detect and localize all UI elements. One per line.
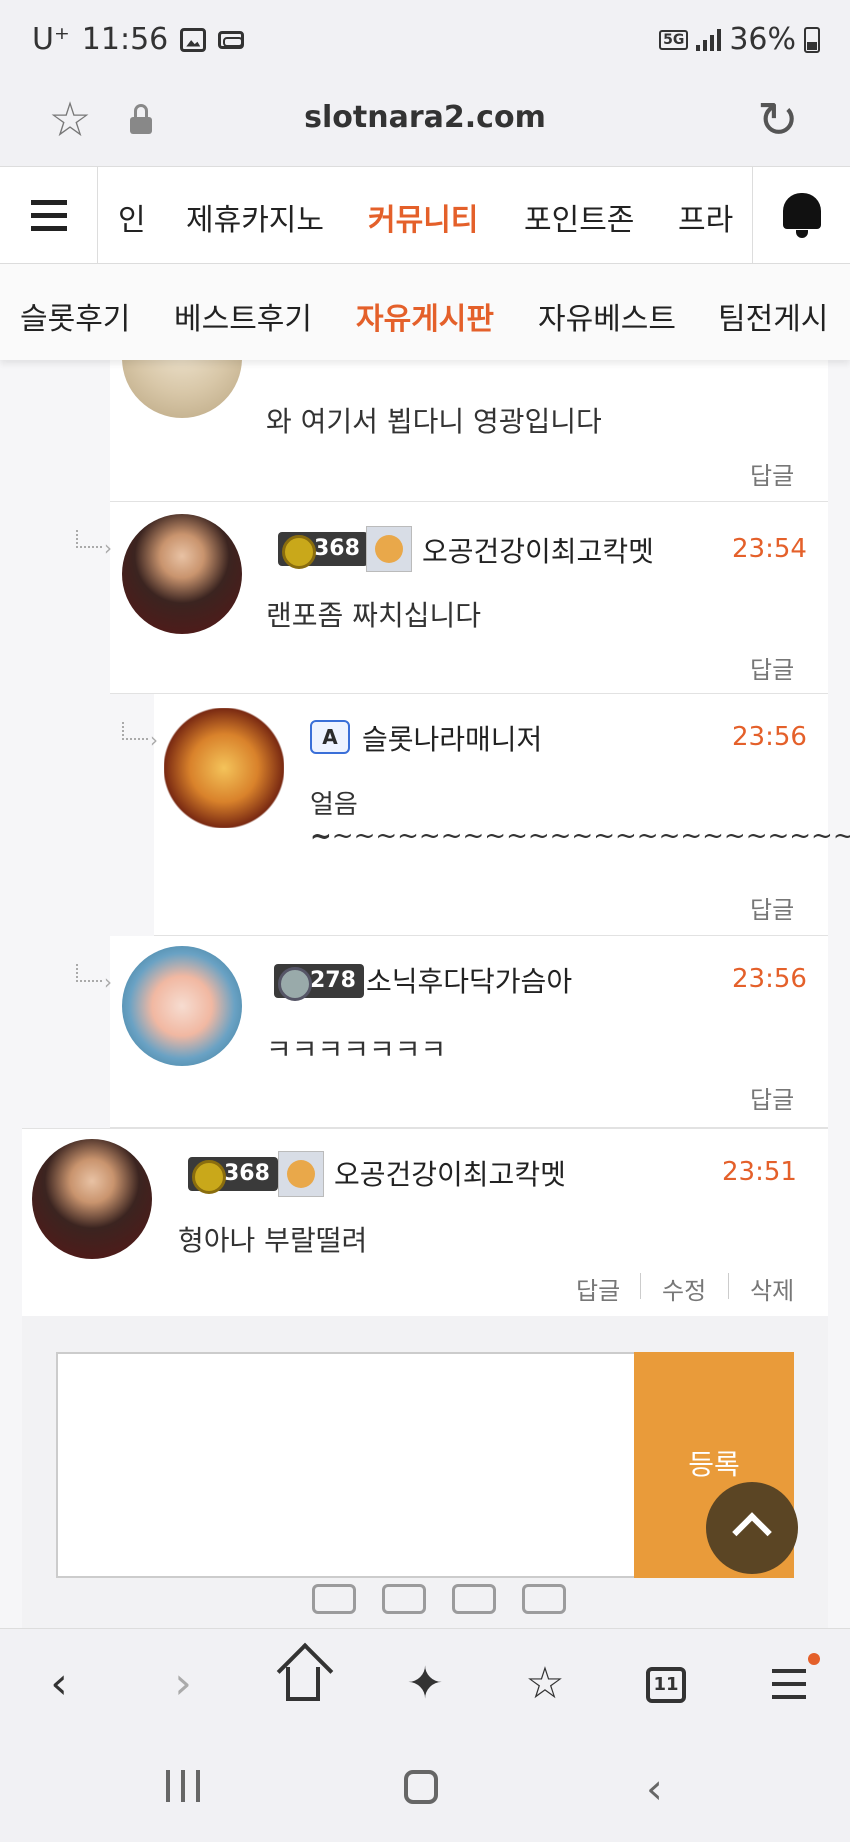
reload-icon[interactable]: ↻	[750, 92, 806, 148]
hamburger-menu-icon[interactable]	[0, 167, 98, 263]
comment-text: ㅋㅋㅋㅋㅋㅋㅋ	[266, 1033, 447, 1066]
site-nav: 인 제휴카지노 커뮤니티 포인트존 프라	[0, 166, 850, 264]
comment-text: 형아나 부랄떨려	[178, 1224, 368, 1257]
clock: 11:56	[81, 22, 169, 57]
system-navigation: ‹	[0, 1740, 850, 1842]
comment-textarea[interactable]	[56, 1352, 636, 1578]
comment-text: 랜포좀 짜치십니다	[266, 599, 481, 632]
reply-arrow-icon	[76, 530, 112, 560]
comment-item: 와 여기서 뵙다니 영광입니다 답글	[110, 360, 828, 502]
tab-free-best[interactable]: 자유베스트	[538, 294, 676, 338]
sub-nav: 슬롯후기 베스트후기 자유게시판 자유베스트 팀전게시	[0, 264, 850, 360]
comment-time: 23:54	[732, 534, 807, 564]
comment-author[interactable]: 오공건강이최고칵멧	[422, 530, 654, 570]
reply-button[interactable]: 답글	[750, 890, 794, 925]
delete-button[interactable]: 삭제	[750, 1271, 794, 1306]
comment-list: 와 여기서 뵙다니 영광입니다 답글 368 오공건강이최고칵멧 23:54 랜…	[0, 360, 850, 1628]
editor-tool-icon[interactable]	[522, 1584, 566, 1614]
nav-item[interactable]: 프라	[678, 195, 733, 239]
network-type-icon: 5G	[659, 29, 689, 50]
status-bar: U⁺ 11:56 5G 36%	[0, 0, 850, 80]
tab-count: 11	[646, 1667, 686, 1703]
editor-tool-icon[interactable]	[312, 1584, 356, 1614]
tab-best-review[interactable]: 베스트후기	[174, 294, 312, 338]
comment-item: A 슬롯나라매니저 23:56 얼음~~~~~~~~~~~~~~~~~~~~~~…	[154, 694, 850, 936]
home-icon[interactable]	[268, 1649, 338, 1719]
nav-item-partner-casino[interactable]: 제휴카지노	[186, 195, 324, 239]
editor-tool-icon[interactable]	[452, 1584, 496, 1614]
comment-time: 23:56	[732, 964, 807, 994]
tab-free-board[interactable]: 자유게시판	[356, 294, 494, 338]
admin-badge-icon: A	[310, 720, 350, 754]
nav-item-point-zone[interactable]: 포인트존	[524, 195, 634, 239]
image-notification-icon	[180, 27, 207, 52]
edit-button[interactable]: 수정	[662, 1271, 706, 1306]
avatar[interactable]	[164, 708, 284, 828]
level-badge: 278	[274, 964, 364, 1001]
recent-apps-icon[interactable]	[166, 1770, 200, 1802]
bookmarks-icon[interactable]: ☆	[510, 1649, 580, 1719]
comment-write-box: 등록	[22, 1316, 828, 1628]
avatar[interactable]	[122, 360, 242, 418]
battery-percent: 36%	[729, 22, 796, 57]
reply-button[interactable]: 답글	[750, 456, 794, 491]
reply-arrow-icon	[122, 722, 158, 752]
sparkle-icon[interactable]: ✦	[390, 1649, 460, 1719]
level-badge: 368	[188, 1157, 278, 1194]
carrier-label: U⁺	[32, 22, 70, 57]
reply-button[interactable]: 답글	[750, 650, 794, 685]
editor-toolbar	[312, 1584, 566, 1624]
comment-author[interactable]: 슬롯나라매니저	[362, 718, 542, 758]
comment-author[interactable]: 소닉후다닥가슴아	[366, 960, 572, 1000]
system-back-icon[interactable]: ‹	[646, 1764, 663, 1813]
reply-button[interactable]: 답글	[750, 1080, 794, 1115]
avatar[interactable]	[32, 1139, 152, 1259]
nav-item[interactable]: 인	[118, 195, 146, 239]
reply-arrow-icon	[76, 964, 112, 994]
avatar[interactable]	[122, 946, 242, 1066]
menu-icon[interactable]	[754, 1649, 824, 1719]
comment-time: 23:51	[722, 1157, 797, 1187]
tab-team-board[interactable]: 팀전게시	[718, 294, 828, 338]
comment-text: 얼음~~~~~~~~~~~~~~~~~~~~~~~~~~~~	[310, 790, 850, 851]
back-icon[interactable]: ‹	[24, 1649, 94, 1719]
tabs-icon[interactable]: 11	[632, 1649, 702, 1719]
comment-item: 368 오공건강이최고칵멧 23:54 랜포좀 짜치십니다 답글	[110, 502, 828, 694]
url-field[interactable]: slotnara2.com	[0, 100, 850, 135]
comment-author[interactable]: 오공건강이최고칵멧	[334, 1153, 566, 1193]
battery-icon	[804, 26, 820, 53]
address-bar: ☆ slotnara2.com ↻	[0, 80, 850, 166]
level-badge: 368	[278, 532, 368, 569]
scroll-to-top-button[interactable]	[706, 1482, 798, 1574]
nav-items: 인 제휴카지노 커뮤니티 포인트존 프라	[100, 167, 752, 263]
comment-item: 278 소닉후다닥가슴아 23:56 ㅋㅋㅋㅋㅋㅋㅋ 답글	[110, 936, 828, 1128]
user-icon	[278, 1151, 324, 1197]
signal-icon	[696, 28, 722, 51]
editor-tool-icon[interactable]	[382, 1584, 426, 1614]
browser-toolbar: ‹ › ✦ ☆ 11	[0, 1628, 850, 1740]
reply-button[interactable]: 답글	[576, 1271, 620, 1306]
voicemail-icon	[218, 30, 245, 49]
avatar[interactable]	[122, 514, 242, 634]
comment-item: 368 오공건강이최고칵멧 23:51 형아나 부랄떨려 답글 수정 삭제	[22, 1128, 828, 1316]
comment-text: 와 여기서 뵙다니 영광입니다	[266, 405, 602, 438]
comment-text-continued: ~	[310, 822, 332, 852]
tab-slot-review[interactable]: 슬롯후기	[20, 294, 130, 338]
user-icon	[366, 526, 412, 572]
comment-time: 23:56	[732, 722, 807, 752]
notification-bell-icon[interactable]	[752, 167, 850, 263]
system-home-icon[interactable]	[404, 1770, 438, 1804]
nav-item-community[interactable]: 커뮤니티	[368, 195, 478, 239]
forward-icon[interactable]: ›	[148, 1649, 218, 1719]
